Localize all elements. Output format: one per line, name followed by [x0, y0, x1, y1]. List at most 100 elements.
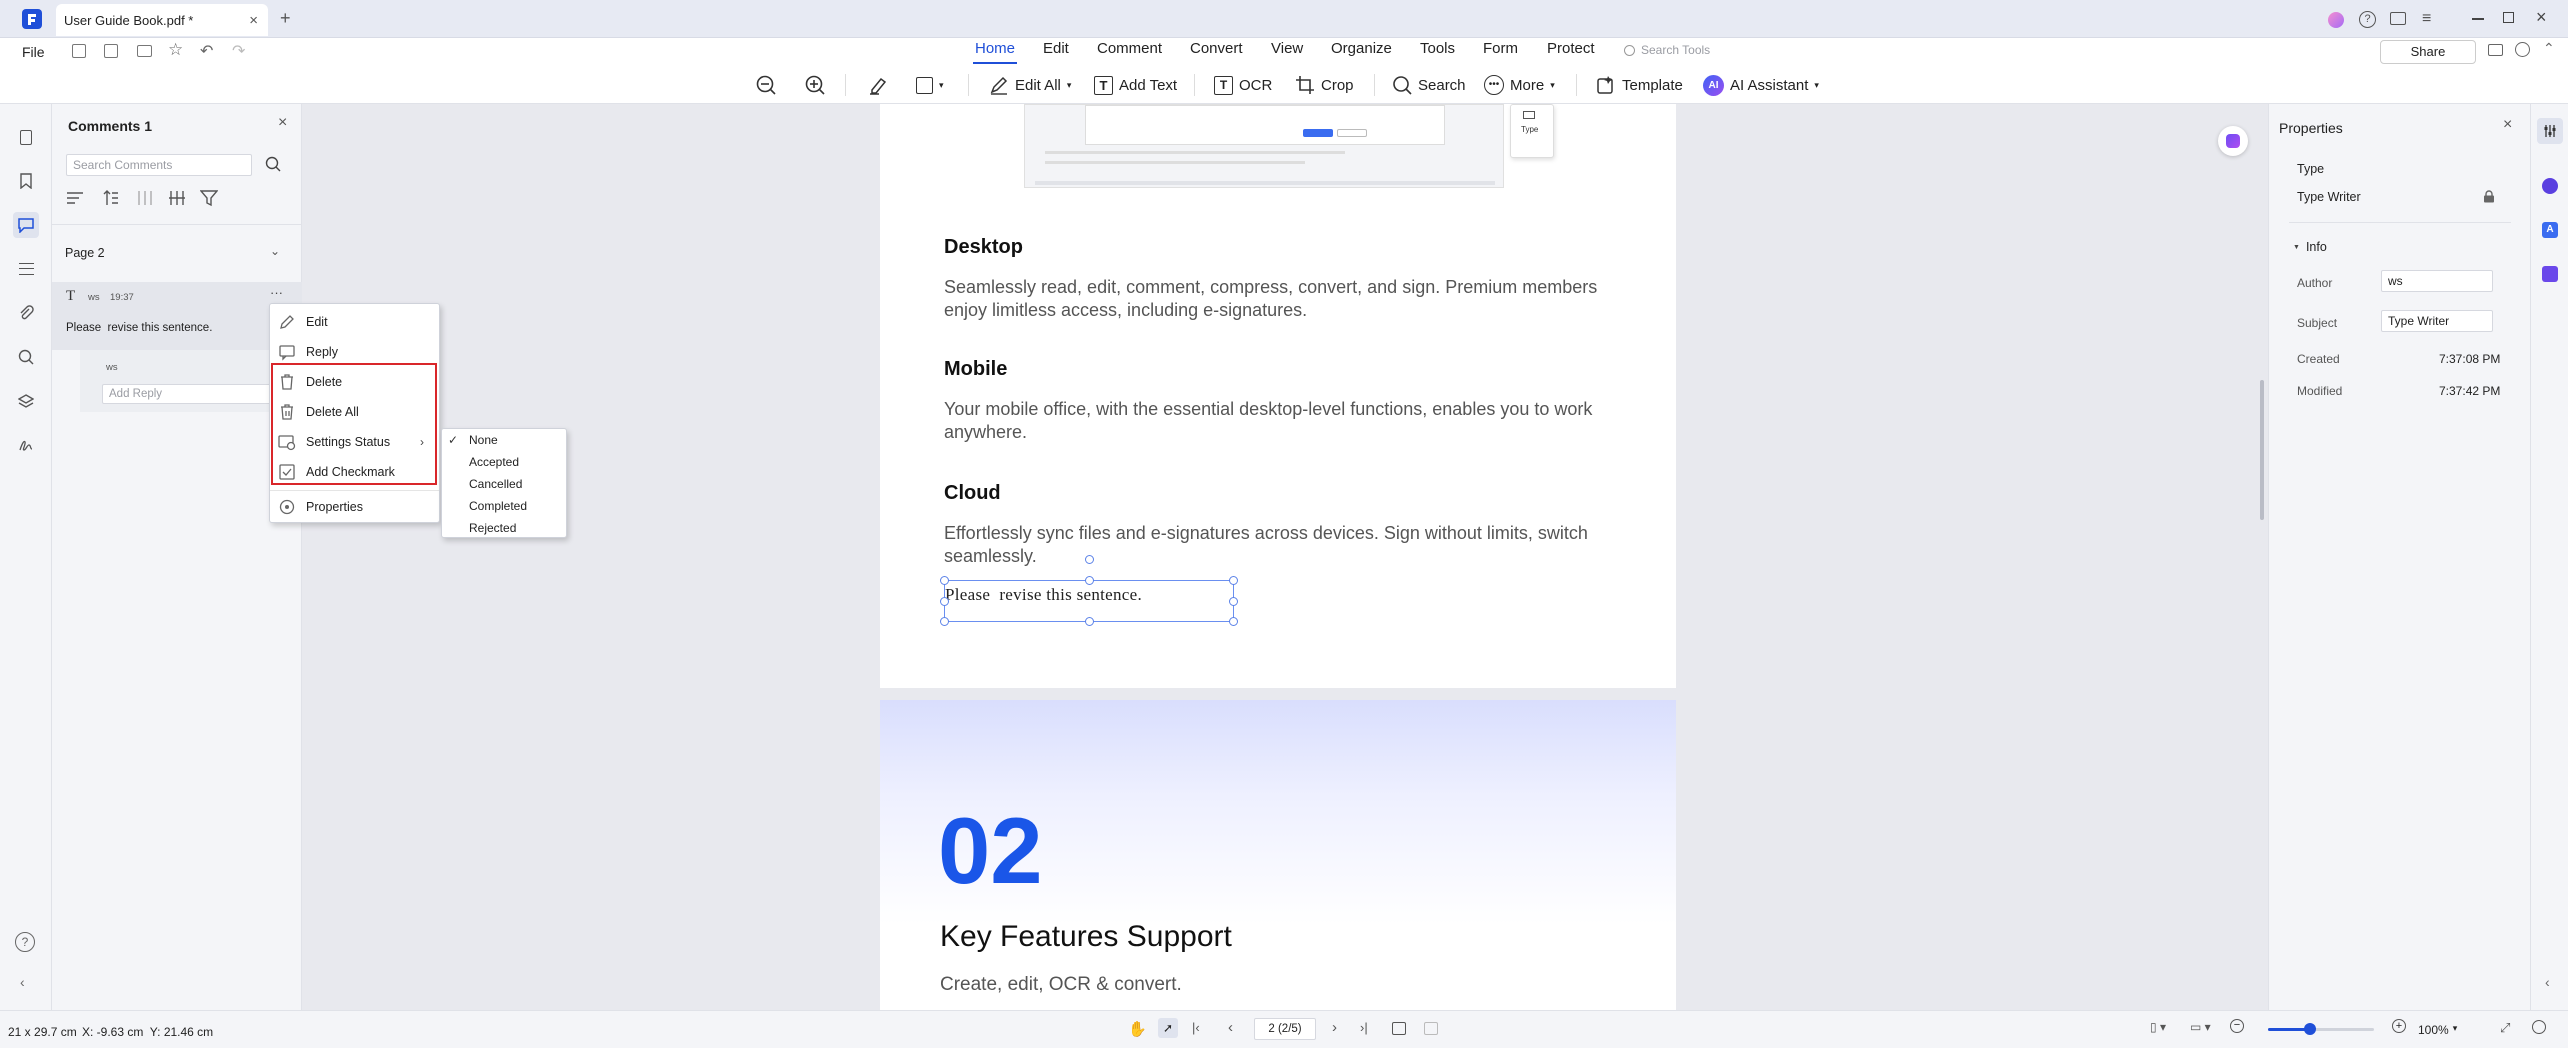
fit-page-icon[interactable]	[1392, 1022, 1406, 1035]
resize-handle[interactable]	[1085, 617, 1094, 626]
floating-ai-button[interactable]	[2218, 126, 2248, 156]
add-text-button[interactable]: T Add Text	[1094, 72, 1177, 98]
menu-item-properties[interactable]: Properties	[270, 492, 439, 522]
resize-handle[interactable]	[940, 597, 949, 606]
resize-handle[interactable]	[1229, 576, 1238, 585]
tab-form[interactable]: Form	[1483, 40, 1518, 57]
ai-assistant-button[interactable]: AI AI Assistant ▾	[1703, 72, 1819, 98]
close-window-icon[interactable]: ×	[2536, 7, 2547, 28]
author-field[interactable]: ws	[2381, 270, 2493, 292]
ai-robot-icon[interactable]	[2542, 178, 2558, 194]
status-option-accepted[interactable]: Accepted	[442, 451, 566, 473]
tab-comment[interactable]: Comment	[1097, 40, 1162, 57]
resize-handle[interactable]	[1229, 617, 1238, 626]
close-tab-icon[interactable]: ×	[249, 12, 258, 29]
resize-handle[interactable]	[1085, 576, 1094, 585]
info-section-toggle[interactable]: ▼ Info	[2293, 240, 2327, 254]
page-layout-dropdown[interactable]: ▯ ▾	[2150, 1020, 2166, 1034]
zoom-slider-thumb[interactable]	[2304, 1023, 2317, 1035]
menu-icon[interactable]: ≡	[2422, 10, 2431, 28]
edit-all-button[interactable]: Edit All ▾	[989, 72, 1071, 98]
shape-dropdown[interactable]: ▾	[916, 72, 944, 98]
last-page-icon[interactable]: ›|	[1360, 1020, 1368, 1035]
filter-icon[interactable]	[200, 189, 218, 207]
collapse-all-icon[interactable]	[168, 189, 186, 207]
tab-organize[interactable]: Organize	[1331, 40, 1392, 57]
filter-list-icon[interactable]	[66, 190, 84, 206]
ocr-button[interactable]: T OCR	[1214, 72, 1272, 98]
lock-icon[interactable]	[2483, 190, 2495, 203]
file-menu[interactable]: File	[22, 44, 45, 60]
upload-icon[interactable]	[2515, 42, 2530, 57]
prev-page-icon[interactable]: ‹	[1228, 1019, 1233, 1036]
subject-field[interactable]: Type Writer	[2381, 310, 2493, 332]
close-comments-icon[interactable]: ×	[278, 114, 287, 132]
tab-home[interactable]: Home	[972, 40, 1018, 64]
star-icon[interactable]: ☆	[168, 40, 183, 60]
first-page-icon[interactable]: |‹	[1192, 1020, 1200, 1035]
page-group-header[interactable]: Page 2 ⌄	[52, 244, 302, 264]
translate-icon[interactable]: A	[2542, 222, 2558, 238]
help-icon[interactable]: ?	[2359, 11, 2376, 28]
save-as-icon[interactable]	[104, 44, 118, 58]
tab-tools[interactable]: Tools	[1420, 40, 1455, 57]
zoom-in-button[interactable]	[804, 72, 826, 98]
menu-item-edit[interactable]: Edit	[270, 307, 439, 337]
more-button[interactable]: ••• More ▾	[1484, 72, 1555, 98]
search-icon[interactable]	[13, 344, 39, 370]
collapse-right-icon[interactable]: ‹	[2545, 974, 2550, 990]
typewriter-annotation[interactable]: Please revise this sentence.	[940, 555, 1238, 626]
select-tool-icon[interactable]: ➚	[1158, 1018, 1178, 1038]
sort-icon[interactable]	[102, 189, 120, 207]
zoom-in-icon[interactable]: +	[2392, 1019, 2406, 1033]
close-properties-icon[interactable]: ×	[2503, 116, 2512, 134]
search-tools[interactable]: Search Tools	[1624, 43, 1710, 57]
attachment-icon[interactable]	[13, 300, 39, 326]
properties-sliders-icon[interactable]	[2537, 118, 2563, 144]
page-number-input[interactable]: 2 (2/5)	[1254, 1018, 1316, 1040]
zoom-out-button[interactable]	[755, 72, 777, 98]
layers-list-icon[interactable]	[13, 256, 39, 282]
avatar[interactable]	[2328, 12, 2344, 28]
hand-tool-icon[interactable]: ✋	[1128, 1020, 1147, 1038]
next-page-icon[interactable]: ›	[1332, 1019, 1337, 1036]
help-icon[interactable]: ?	[15, 932, 35, 952]
tab-view[interactable]: View	[1271, 40, 1303, 57]
feedback-icon[interactable]	[2390, 12, 2406, 25]
new-tab-button[interactable]: +	[280, 8, 291, 29]
signature-icon[interactable]	[13, 432, 39, 458]
restore-icon[interactable]	[2503, 12, 2514, 23]
vertical-scrollbar[interactable]	[2260, 380, 2264, 520]
document-tab[interactable]: User Guide Book.pdf * ×	[56, 4, 268, 36]
search-icon[interactable]	[265, 156, 281, 172]
resize-handle[interactable]	[940, 617, 949, 626]
status-option-none[interactable]: ✓ None	[442, 429, 566, 451]
template-button[interactable]: Template	[1596, 72, 1683, 98]
highlight-button[interactable]	[867, 72, 889, 98]
minimize-icon[interactable]	[2472, 18, 2484, 20]
comment-panel-icon[interactable]	[13, 212, 39, 238]
search-button[interactable]: Search	[1392, 72, 1466, 98]
settings-circle-icon[interactable]	[2532, 1020, 2546, 1034]
comment-more-icon[interactable]: ···	[270, 285, 283, 300]
zoom-percentage-dropdown[interactable]: 100% ▾	[2418, 1023, 2457, 1037]
rotate-handle[interactable]	[1085, 555, 1094, 564]
status-option-rejected[interactable]: Rejected	[442, 517, 566, 539]
zoom-slider[interactable]	[2268, 1023, 2374, 1035]
layers-icon[interactable]	[13, 388, 39, 414]
status-option-completed[interactable]: Completed	[442, 495, 566, 517]
resize-handle[interactable]	[940, 576, 949, 585]
comment-item[interactable]: T ws 19:37 ··· Please revise this senten…	[52, 282, 302, 350]
tab-convert[interactable]: Convert	[1190, 40, 1243, 57]
expand-all-icon[interactable]	[136, 189, 154, 207]
collapse-left-icon[interactable]: ‹	[20, 974, 25, 990]
fit-width-icon[interactable]	[1424, 1022, 1438, 1035]
tab-protect[interactable]: Protect	[1547, 40, 1595, 57]
crop-button[interactable]: Crop	[1295, 72, 1354, 98]
zoom-out-icon[interactable]: −	[2230, 1019, 2244, 1033]
thumbnail-icon[interactable]	[13, 124, 39, 150]
collapse-ribbon-icon[interactable]: ⌃	[2543, 40, 2555, 57]
fullscreen-icon[interactable]: ⤢	[2500, 1020, 2510, 1036]
mail-icon-2[interactable]	[2488, 44, 2503, 56]
search-comments-input[interactable]: Search Comments	[66, 154, 252, 176]
